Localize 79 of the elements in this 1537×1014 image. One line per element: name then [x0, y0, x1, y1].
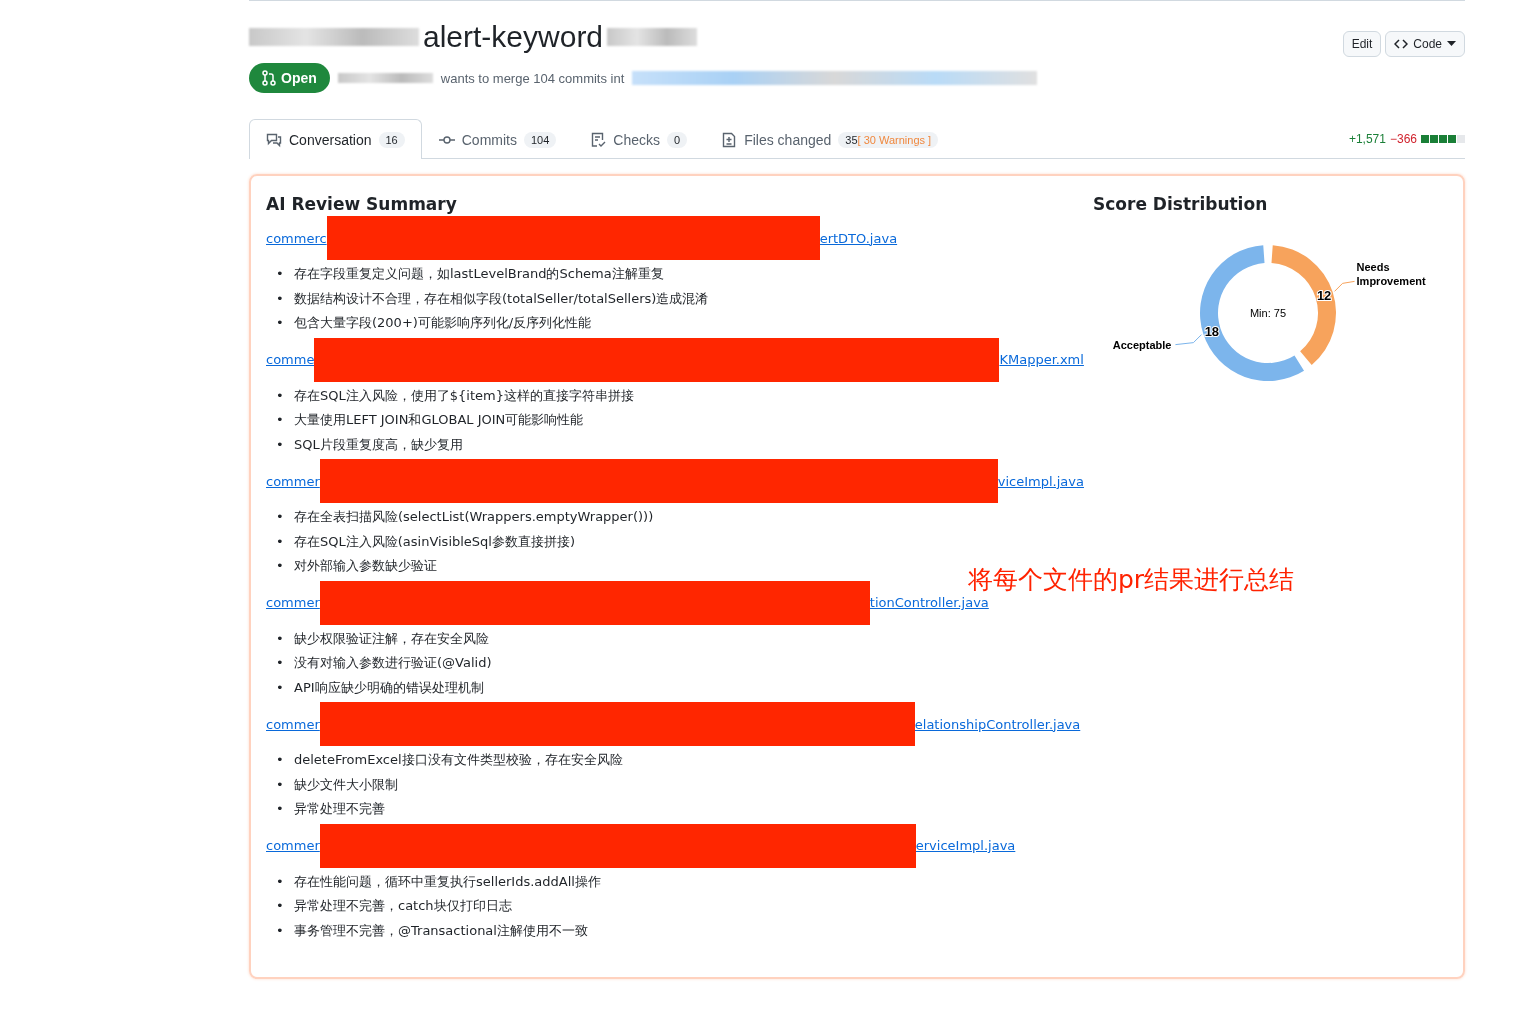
- caret-icon: [1447, 41, 1456, 47]
- issue-text: 存在字段重复定义问题，如lastLevelBrand的Schema注解重复: [294, 265, 664, 283]
- bullet: •: [276, 314, 285, 332]
- issue-text: 存在SQL注入风险(asinVisibleSql参数直接拼接): [294, 532, 576, 551]
- bullet: •: [276, 751, 285, 769]
- bullet: •: [276, 411, 285, 429]
- tab[interactable]: Commits 104: [421, 120, 574, 159]
- file-link[interactable]: commer: [266, 716, 320, 732]
- status-badge: Open: [249, 63, 330, 93]
- checklist-icon: [590, 132, 607, 148]
- bullet: •: [276, 921, 285, 940]
- code-button[interactable]: Code: [1385, 31, 1465, 57]
- count-badge: 0: [667, 132, 688, 148]
- section-title: Score Distribution: [1093, 194, 1269, 214]
- tab[interactable]: Files changed 35[ 30 Warnings ]: [704, 120, 956, 159]
- issue-text: 缺少文件大小限制: [294, 775, 398, 794]
- edit-button[interactable]: Edit: [1342, 31, 1382, 57]
- file-link[interactable]: ertDTO.java: [819, 230, 898, 246]
- issue-text: 没有对输入参数进行验证(@Valid): [294, 654, 492, 672]
- file-link[interactable]: elationshipController.java: [914, 716, 1081, 732]
- issue-text: API响应缺少明确的错误处理机制: [294, 678, 484, 697]
- annotation-text: 将每个文件的pr结果进行总结: [968, 564, 1296, 596]
- issue-text: 数据结构设计不合理，存在相似字段(totalSeller/totalSellers)造成混淆: [294, 289, 709, 308]
- file-link[interactable]: commerc: [266, 230, 327, 246]
- bullet: •: [276, 678, 285, 697]
- issue-text: 缺少权限验证注解，存在安全风险: [294, 629, 489, 648]
- issue-text: 存在全表扫描风险(selectList(Wrappers.emptyWrapper())): [294, 508, 654, 526]
- bullet: •: [276, 435, 285, 454]
- file-link[interactable]: viceImpl.java: [997, 473, 1084, 489]
- file-link[interactable]: commer: [266, 595, 320, 610]
- deletions-count: −366: [1389, 131, 1417, 146]
- file-link[interactable]: KMapper.xml: [999, 352, 1084, 367]
- bullet: •: [276, 775, 285, 794]
- section-title: AI Review Summary: [266, 194, 458, 214]
- issue-text: 事务管理不完善，@Transactional注解使用不一致: [294, 921, 588, 940]
- issue-text: 存在SQL注入风险，使用了${item}这样的直接字符串拼接: [294, 386, 634, 405]
- bullet: •: [276, 508, 285, 526]
- chart-annotation: Min: 75: [1249, 307, 1287, 319]
- bullet: •: [276, 629, 285, 648]
- tab[interactable]: Conversation 16: [249, 119, 422, 159]
- category-label: Needs Improvement: [1356, 261, 1426, 288]
- file-diff-icon: [721, 132, 738, 148]
- count-badge: 35[ 30 Warnings ]: [838, 132, 939, 148]
- pr-title: alert-keyword: [423, 20, 604, 54]
- bullet: •: [276, 654, 285, 672]
- file-link[interactable]: commer: [266, 473, 320, 489]
- count-badge: 16: [378, 131, 405, 148]
- file-link[interactable]: comme: [266, 352, 315, 367]
- issue-text: SQL片段重复度高，缺少复用: [294, 435, 463, 454]
- tab[interactable]: Checks 0: [573, 120, 705, 159]
- issue-text: 大量使用LEFT JOIN和GLOBAL JOIN可能影响性能: [294, 411, 584, 429]
- additions-count: +1,571: [1348, 131, 1386, 146]
- bullet: •: [276, 289, 285, 308]
- issue-text: 对外部输入参数缺少验证: [294, 557, 437, 575]
- bullet: •: [276, 897, 285, 915]
- issue-text: 异常处理不完善: [294, 800, 385, 818]
- issue-text: 包含大量字段(200+)可能影响序列化/反序列化性能: [294, 314, 592, 332]
- count-badge: 104: [524, 132, 557, 148]
- bullet: •: [276, 557, 285, 575]
- bullet: •: [276, 265, 285, 283]
- file-link[interactable]: erviceImpl.java: [915, 838, 1016, 853]
- data-label: 18: [1204, 324, 1220, 340]
- bullet: •: [276, 872, 285, 891]
- chat-icon: [266, 131, 282, 148]
- leader-line: [1174, 334, 1202, 346]
- file-link[interactable]: commer: [266, 838, 320, 853]
- bullet: •: [276, 532, 285, 551]
- leader-line: [1334, 280, 1356, 292]
- merge-text: wants to merge 104 commits int: [440, 70, 625, 86]
- issue-text: 存在性能问题，循环中重复执行sellerIds.addAll操作: [294, 872, 601, 891]
- category-label: Acceptable: [1112, 338, 1172, 351]
- data-label: 12: [1316, 287, 1332, 303]
- file-link[interactable]: tionController.java: [869, 595, 989, 610]
- bullet: •: [276, 386, 285, 405]
- issue-text: deleteFromExcel接口没有文件类型校验，存在安全风险: [294, 751, 623, 769]
- code-icon: [1394, 39, 1409, 49]
- diffstat-bar-icon: [1421, 134, 1465, 143]
- bullet: •: [276, 800, 285, 818]
- issue-text: 异常处理不完善，catch块仅打印日志: [294, 897, 512, 915]
